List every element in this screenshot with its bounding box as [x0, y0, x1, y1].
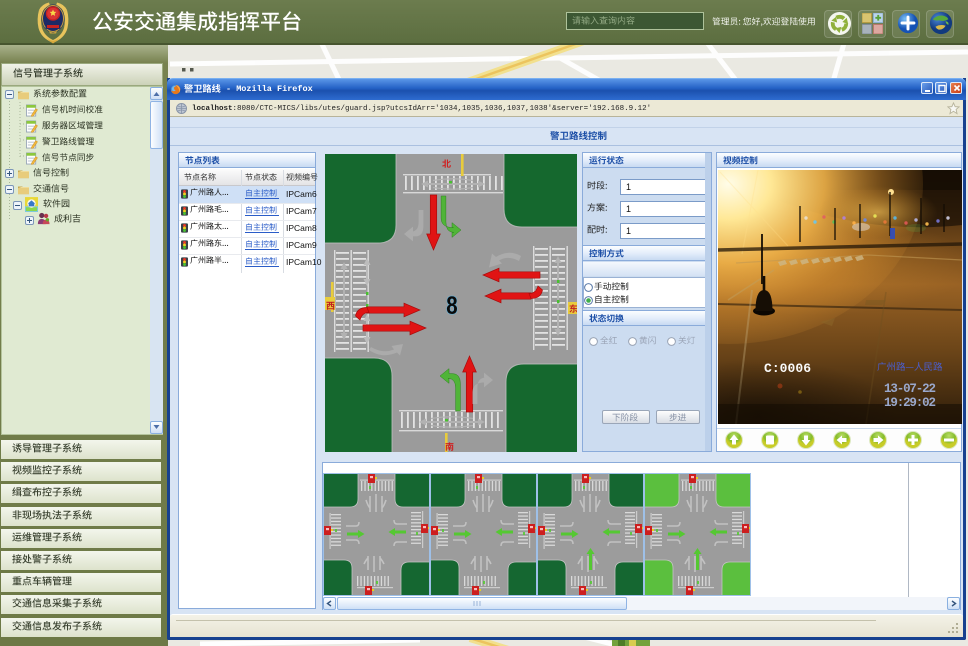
svg-text:C:0006: C:0006: [764, 361, 811, 376]
svg-text:8: 8: [446, 291, 458, 319]
svg-text:13-07-22: 13-07-22: [884, 382, 936, 396]
svg-text:19:29:02: 19:29:02: [884, 396, 936, 410]
